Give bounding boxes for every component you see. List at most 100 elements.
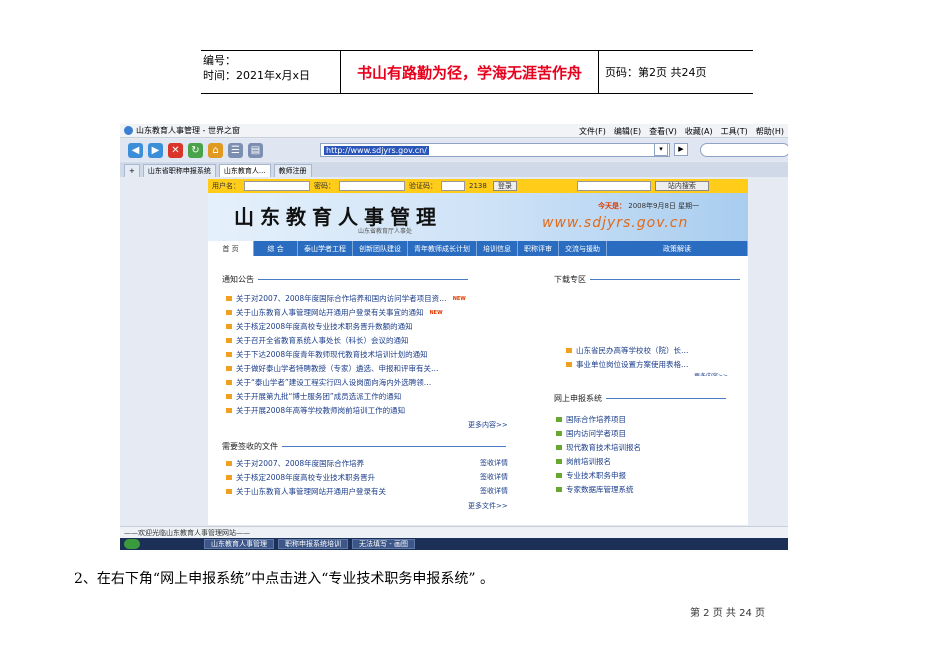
tab-education-hr[interactable]: 山东教育人... (218, 164, 271, 177)
list-item[interactable]: 关于山东教育人事管理网站开通用户登录有关 (226, 486, 386, 497)
menu-help[interactable]: 帮助(H) (756, 126, 784, 137)
nav-general[interactable]: 综 合 (254, 241, 298, 256)
browser-search-input[interactable] (700, 143, 788, 157)
bullet-icon (556, 417, 562, 422)
tab-teacher-register[interactable]: 教师注册 (273, 164, 312, 177)
online-item-tech-training[interactable]: 现代教育技术培训报名 (556, 442, 641, 453)
taskbar-item-paint[interactable]: 无法填写 - 画图 (352, 539, 415, 549)
online-item-international[interactable]: 国际合作培养项目 (556, 414, 626, 425)
download-title-text: 下载专区 (554, 275, 586, 284)
bullet-icon (226, 489, 232, 494)
menu-tools[interactable]: 工具(T) (721, 126, 748, 137)
nav-title-review[interactable]: 职称评审 (518, 241, 559, 256)
page-footer: 第 2 页 共 24 页 (690, 608, 765, 619)
bullet-icon (556, 431, 562, 436)
nav-innovation[interactable]: 创新团队建设 (353, 241, 408, 256)
menu-file[interactable]: 文件(F) (579, 126, 606, 137)
home-icon[interactable]: ⌂ (208, 142, 223, 158)
nav-taishan[interactable]: 泰山学者工程 (298, 241, 353, 256)
list-item[interactable]: 关于开展2008年高等学校教师岗前培训工作的通知 (226, 405, 405, 416)
browser-title: 山东教育人事管理 - 世界之窗 (136, 126, 240, 135)
tab-title-system[interactable]: 山东省职称申报系统 (142, 164, 216, 177)
nav-exchange[interactable]: 交流与援助 (559, 241, 607, 256)
browser-titlebar: 山东教育人事管理 - 世界之窗 文件(F) 编辑(E) 查看(V) 收藏(A) … (120, 124, 788, 138)
nav-home[interactable]: 首 页 (208, 241, 254, 256)
download-item-text: 山东省民办高等学校校（院）长… (576, 346, 689, 355)
list-item[interactable]: 关于召开全省教育系统人事处长（科长）会议的通知 (226, 335, 409, 346)
today-value: 2008年9月8日 星期一 (628, 202, 700, 210)
online-item-professional-title[interactable]: 专业技术职务申报 (556, 470, 626, 481)
refresh-icon[interactable]: ↻ (188, 142, 203, 158)
list-item[interactable]: 关于做好泰山学者特聘教授（专家）遴选、申报和评审有关… (226, 363, 439, 374)
taskbar-item-browser[interactable]: 山东教育人事管理 (204, 539, 274, 549)
notice-item-text: 关于核定2008年度高校专业技术职务晋升数额的通知 (236, 322, 413, 331)
online-item-visiting-scholar[interactable]: 国内访问学者项目 (556, 428, 626, 439)
online-item-text: 现代教育技术培训报名 (566, 443, 641, 452)
sign-detail-link[interactable]: 签收详情 (480, 458, 508, 468)
download-more-link[interactable]: 更多内容>> (694, 371, 728, 376)
taskbar-item-training[interactable]: 职称申报系统培训 (278, 539, 348, 549)
bullet-icon (226, 310, 232, 315)
list-item[interactable]: 关于“泰山学者”建设工程实行四人设岗面向海内外选聘领… (226, 377, 431, 388)
bullet-icon (566, 348, 572, 353)
list-item[interactable]: 关于对2007、2008年度国际合作培养 (226, 458, 364, 469)
list-item[interactable]: 关于下达2008年度青年教师现代教育技术培训计划的通知 (226, 349, 428, 360)
login-bar: 用户名： 密码： 验证码： 2138 登录 站内搜索 (208, 179, 748, 193)
site-search-button[interactable]: 站内搜索 (654, 181, 709, 191)
captcha-input[interactable] (441, 181, 465, 191)
sign-files-title-text: 需要签收的文件 (222, 442, 278, 451)
username-label: 用户名： (212, 182, 240, 190)
browser-tabs: + 山东省职称申报系统 山东教育人... 教师注册 (120, 162, 788, 177)
list-item[interactable]: 关于对2007、2008年度国际合作培养和国内访问学者项目资… NEW (226, 293, 466, 304)
forward-icon[interactable]: ▶ (148, 142, 163, 158)
list-item[interactable]: 关于核定2008年度高校专业技术职务晋升 (226, 472, 375, 483)
online-item-text: 专家数据库管理系统 (566, 485, 634, 494)
bookmark-icon[interactable]: ▤ (248, 142, 263, 158)
nav-policy[interactable]: 政策解读 (607, 241, 748, 256)
online-item-text: 国内访问学者项目 (566, 429, 626, 438)
sign-files-more-link[interactable]: 更多文件>> (468, 501, 508, 511)
menu-edit[interactable]: 编辑(E) (614, 126, 641, 137)
start-button[interactable] (124, 539, 140, 549)
nav-training[interactable]: 培训信息 (477, 241, 518, 256)
list-item[interactable]: 事业单位岗位设置方案使用表格… (566, 359, 689, 370)
online-item-expert-database[interactable]: 专家数据库管理系统 (556, 484, 634, 495)
address-url: http://www.sdjyrs.gov.cn/ (324, 145, 429, 155)
sign-file-text: 关于山东教育人事管理网站开通用户登录有关 (236, 487, 386, 496)
download-title: 下载专区 (554, 274, 740, 285)
dropdown-icon[interactable]: ▾ (654, 143, 668, 156)
menu-favorites[interactable]: 收藏(A) (685, 126, 713, 137)
nav-young-teacher[interactable]: 青年教师成长计划 (408, 241, 477, 256)
bullet-icon (556, 459, 562, 464)
list-item[interactable]: 关于开展第九批“博士服务团”成员选派工作的通知 (226, 391, 401, 402)
captcha-label: 验证码： (409, 182, 437, 190)
list-item[interactable]: 关于山东教育人事管理网站开通用户登录有关事宜的通知 NEW (226, 307, 443, 318)
address-bar[interactable]: http://www.sdjyrs.gov.cn/ (320, 143, 670, 157)
new-tab-icon[interactable]: + (124, 164, 140, 177)
bullet-icon (226, 296, 232, 301)
menu-view[interactable]: 查看(V) (649, 126, 677, 137)
list-item[interactable]: 山东省民办高等学校校（院）长… (566, 345, 689, 356)
site-subtitle: 山东省教育厅人事处 (358, 228, 413, 235)
browser-logo-icon (124, 126, 133, 135)
site-search-input[interactable] (576, 181, 651, 191)
list-item[interactable]: 关于核定2008年度高校专业技术职务晋升数额的通知 (226, 321, 413, 332)
notice-item-text: 关于对2007、2008年度国际合作培养和国内访问学者项目资… (236, 294, 447, 303)
back-icon[interactable]: ◀ (128, 142, 143, 158)
go-icon[interactable]: ▶ (674, 143, 688, 156)
online-item-preservice-training[interactable]: 岗前培训报名 (556, 456, 611, 467)
history-icon[interactable]: ☰ (228, 142, 243, 158)
login-button[interactable]: 登录 (492, 181, 517, 191)
divider (258, 279, 468, 280)
password-input[interactable] (339, 181, 405, 191)
username-input[interactable] (244, 181, 310, 191)
today-date: 今天是： 2008年9月8日 星期一 (598, 201, 699, 211)
windows-taskbar: 山东教育人事管理 职称申报系统培训 无法填写 - 画图 (120, 538, 788, 550)
bullet-icon (226, 475, 232, 480)
site-url: www.sdjyrs.gov.cn (542, 215, 689, 231)
stop-icon[interactable]: ✕ (168, 142, 183, 158)
notice-more-link[interactable]: 更多内容>> (468, 420, 508, 430)
sign-detail-link[interactable]: 签收详情 (480, 472, 508, 482)
sign-detail-link[interactable]: 签收详情 (480, 486, 508, 496)
sign-file-text: 关于对2007、2008年度国际合作培养 (236, 459, 365, 468)
